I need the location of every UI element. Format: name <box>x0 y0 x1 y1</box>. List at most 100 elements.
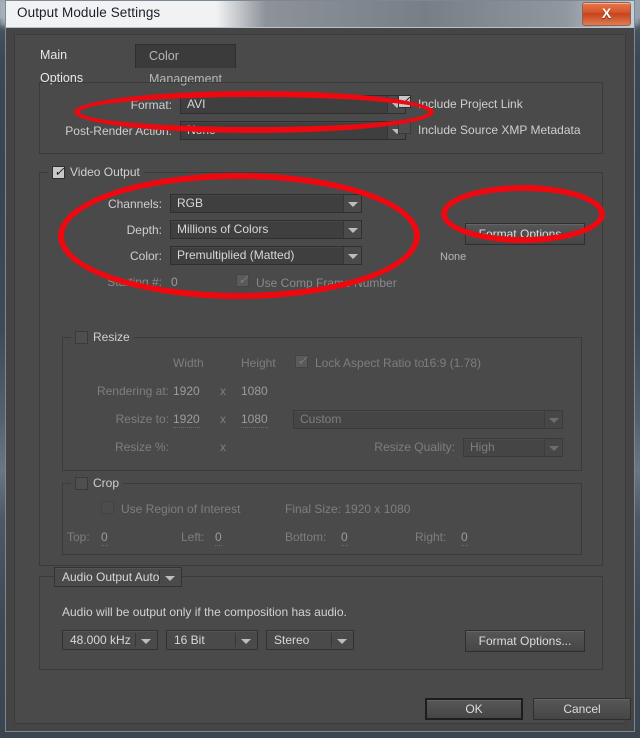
resize-preset-dropdown[interactable]: Custom <box>293 410 563 429</box>
include-project-link-label: Include Project Link <box>418 97 523 111</box>
depth-dropdown[interactable]: Millions of Colors <box>170 220 362 239</box>
lock-aspect-ratio-value: 16:9 (1.78) <box>423 356 482 370</box>
crop-right-field[interactable]: 0 <box>461 530 468 546</box>
audio-sample-rate-value: 48.000 kHz <box>70 633 131 647</box>
channels-value: RGB <box>177 196 204 210</box>
format-group: Format: AVI Post-Render Action: None ✓ I… <box>39 82 603 154</box>
post-render-action-label: Post-Render Action: <box>65 124 172 138</box>
dialog-title: Output Module Settings <box>17 5 161 20</box>
crop-checkbox[interactable] <box>75 476 88 490</box>
resize-to-width-field[interactable]: 1920 <box>173 412 200 428</box>
crop-group: Crop Use Region of Interest Final Size: … <box>62 476 582 555</box>
combo-divider <box>235 633 236 647</box>
ok-button[interactable]: OK <box>425 698 523 720</box>
include-project-link-checkbox[interactable]: ✓ <box>398 93 411 108</box>
starting-number-field[interactable]: 0 <box>171 275 178 291</box>
crop-top-field[interactable]: 0 <box>101 530 108 546</box>
post-render-action-dropdown[interactable]: None <box>180 121 406 140</box>
format-dropdown-value: AVI <box>187 97 206 111</box>
resize-checkbox[interactable] <box>75 330 88 344</box>
video-output-checkbox[interactable]: ✓ <box>52 163 65 179</box>
video-format-options-status: None <box>440 251 467 263</box>
use-comp-frame-number-checkbox[interactable]: ✓ <box>236 272 249 287</box>
resize-percent-label: Resize %: <box>114 440 169 454</box>
chevron-down-icon <box>343 221 361 238</box>
audio-sample-rate-combo[interactable]: 48.000 kHz <box>62 630 158 650</box>
resize-preset-value: Custom <box>300 412 342 426</box>
starting-number-label: Starting #: <box>107 275 162 289</box>
chevron-down-icon <box>337 639 347 644</box>
channels-label: Channels: <box>107 197 162 211</box>
audio-note: Audio will be output only if the composi… <box>62 605 347 619</box>
checkmark-icon: ✓ <box>400 93 411 108</box>
resize-quality-dropdown[interactable]: High <box>463 438 563 457</box>
resize-to-height-field[interactable]: 1080 <box>241 412 268 428</box>
video-output-legend: ✓ Video Output <box>48 163 144 179</box>
rendering-at-label: Rendering at: <box>96 384 169 398</box>
checkmark-icon: ✓ <box>297 353 308 368</box>
resize-quality-label: Resize Quality: <box>374 440 455 454</box>
lock-aspect-ratio-checkbox[interactable]: ✓ <box>295 353 308 368</box>
use-region-of-interest-checkbox[interactable] <box>101 501 114 514</box>
dialog-titlebar: Output Module Settings X <box>6 1 634 28</box>
final-size-label: Final Size: 1920 x 1080 <box>285 502 411 516</box>
video-output-legend-label: Video Output <box>70 165 140 179</box>
format-label: Format: <box>130 98 172 112</box>
chevron-down-icon <box>544 411 562 428</box>
post-render-action-value: None <box>187 123 216 137</box>
channels-dropdown[interactable]: RGB <box>170 194 362 213</box>
audio-channels-combo[interactable]: Stereo <box>266 630 354 650</box>
crop-left-label: Left: <box>181 530 205 544</box>
audio-bit-depth-value: 16 Bit <box>174 633 205 647</box>
combo-divider <box>135 633 136 647</box>
resize-quality-value: High <box>470 440 495 454</box>
resize-percent-x: x <box>220 440 226 454</box>
crop-left-field[interactable]: 0 <box>215 530 222 546</box>
audio-output-group: Audio Output Auto Audio will be output o… <box>39 567 603 670</box>
lock-aspect-ratio-label: Lock Aspect Ratio to <box>315 356 425 370</box>
tab-color-management[interactable]: Color Management <box>135 44 236 86</box>
chevron-down-icon <box>343 247 361 264</box>
color-dropdown[interactable]: Premultiplied (Matted) <box>170 246 362 265</box>
tab-main-options[interactable]: Main Options <box>27 44 96 85</box>
close-x-icon: X <box>601 5 612 21</box>
include-source-xmp-metadata-checkbox[interactable] <box>398 121 411 134</box>
crop-right-label: Right: <box>415 530 447 544</box>
chevron-down-icon <box>241 639 251 644</box>
resize-height-header: Height <box>241 356 276 370</box>
resize-group: Resize Width Height ✓ Lock Aspect Ratio … <box>62 330 582 471</box>
crop-bottom-label: Bottom: <box>285 530 327 544</box>
cancel-button[interactable]: Cancel <box>533 698 631 720</box>
depth-value: Millions of Colors <box>177 222 269 236</box>
resize-legend: Resize <box>71 330 134 344</box>
combo-divider <box>159 570 160 584</box>
color-label: Color: <box>129 249 162 263</box>
resize-width-header: Width <box>173 356 204 370</box>
audio-channels-value: Stereo <box>274 633 310 647</box>
video-output-group: ✓ Video Output Channels: RGB Depth: Mill… <box>39 164 603 566</box>
rendering-at-width: 1920 <box>173 384 200 398</box>
combo-divider <box>331 633 332 647</box>
chevron-down-icon <box>165 576 175 581</box>
close-button[interactable]: X <box>582 2 631 26</box>
crop-bottom-field[interactable]: 0 <box>341 530 348 546</box>
rendering-at-height: 1080 <box>241 384 268 398</box>
depth-label: Depth: <box>126 223 162 237</box>
chevron-down-icon <box>141 639 151 644</box>
audio-bit-depth-combo[interactable]: 16 Bit <box>166 630 258 650</box>
crop-legend-label: Crop <box>93 476 120 490</box>
resize-to-x: x <box>220 412 226 426</box>
audio-format-options-button[interactable]: Format Options... <box>465 630 585 652</box>
chevron-down-icon <box>343 195 361 212</box>
dialog-body: Main Options Color Management Format: AV… <box>14 34 631 724</box>
rendering-at-x: x <box>220 384 226 398</box>
checkmark-icon: ✓ <box>238 272 249 287</box>
format-dropdown[interactable]: AVI <box>180 95 406 114</box>
checkmark-icon: ✓ <box>54 163 65 179</box>
color-value: Premultiplied (Matted) <box>177 248 295 262</box>
resize-to-label: Resize to: <box>115 412 169 426</box>
audio-output-mode-value: Audio Output Auto <box>62 570 160 584</box>
audio-output-mode-combo[interactable]: Audio Output Auto <box>54 567 182 587</box>
video-format-options-button[interactable]: Format Options... <box>465 223 585 245</box>
include-source-xmp-metadata-label: Include Source XMP Metadata <box>418 123 581 137</box>
